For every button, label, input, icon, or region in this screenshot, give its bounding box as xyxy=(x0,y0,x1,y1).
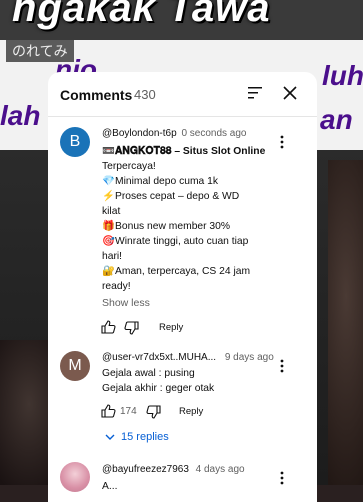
comment-line: hari! xyxy=(102,249,272,264)
dislike-icon[interactable] xyxy=(146,405,161,419)
comment-line: 🎁Bonus new member 30% xyxy=(102,219,272,234)
like-icon[interactable] xyxy=(101,320,116,334)
comment-line: Gejala akhir : geger otak xyxy=(102,381,272,396)
line-text: kilat xyxy=(102,206,121,217)
comments-header: Comments 430 xyxy=(48,72,317,116)
comment-line: ready! xyxy=(102,279,272,294)
comment-text: 📼𝐀𝐍𝐆𝐊𝐎𝐓𝟖𝟖 – Situs Slot Online Terpercaya… xyxy=(102,144,272,294)
line-text: ready! xyxy=(102,281,131,292)
line-text: Winrate tinggi, auto cuan tiap xyxy=(115,236,249,247)
line-text: Aman, terpercaya, CS 24 jam xyxy=(115,266,251,277)
comment-time[interactable]: 4 days ago xyxy=(196,464,245,475)
video-caption-line: luh xyxy=(322,60,363,91)
line-text: A... xyxy=(102,481,118,492)
video-caption-line: lah xyxy=(0,100,41,131)
like-count: 174 xyxy=(120,406,137,417)
panel-title: Comments xyxy=(60,87,133,103)
video-caption-title: ngakak Tawa xyxy=(12,0,271,30)
author-name[interactable]: @Boylondon-t6p xyxy=(102,128,177,139)
more-options-icon[interactable] xyxy=(277,471,287,485)
reply-button[interactable]: Reply xyxy=(179,406,203,417)
lightning-icon: ⚡ xyxy=(102,191,115,202)
lock-icon: 🔐 xyxy=(102,266,115,277)
video-person xyxy=(328,160,363,485)
line-text: Minimal depo cuma 1k xyxy=(115,176,219,187)
chevron-down-icon xyxy=(105,434,115,441)
cassette-icon: 📼 xyxy=(102,146,115,157)
view-replies-button[interactable]: 15 replies xyxy=(105,431,169,443)
comment-time[interactable]: 0 seconds ago xyxy=(181,128,246,139)
dislike-icon[interactable] xyxy=(124,321,139,335)
avatar[interactable]: B xyxy=(60,127,90,157)
line-text: Proses cepat – depo & WD xyxy=(115,191,240,202)
comment-line: A... xyxy=(102,479,272,494)
author-name[interactable]: @bayufreezez7963 xyxy=(102,464,189,475)
avatar-letter: B xyxy=(69,133,81,150)
comment-line: ⚡Proses cepat – depo & WD xyxy=(102,189,272,204)
line-text: Gejala akhir : geger otak xyxy=(102,383,215,394)
reply-button[interactable]: Reply xyxy=(159,322,183,333)
line-text: Bonus new member 30% xyxy=(115,221,231,232)
comment-line: 📼𝐀𝐍𝐆𝐊𝐎𝐓𝟖𝟖 – Situs Slot Online xyxy=(102,144,272,159)
video-person xyxy=(0,340,50,485)
comment-count: 430 xyxy=(134,87,156,102)
comment-line: Terpercaya! xyxy=(102,159,272,174)
close-icon[interactable] xyxy=(282,85,298,101)
replies-count[interactable]: 15 replies xyxy=(121,431,169,443)
avatar[interactable]: M xyxy=(60,351,90,381)
line-text: hari! xyxy=(102,251,123,262)
sort-icon[interactable] xyxy=(247,86,263,100)
comment-author[interactable]: @user-vr7dx5xt..MUHA... 9 days ago xyxy=(102,352,274,363)
comment-line: Gejala awal : pusing xyxy=(102,366,272,381)
target-icon: 🎯 xyxy=(102,236,115,247)
like-icon[interactable] xyxy=(101,404,116,418)
comment-line: 🔐Aman, terpercaya, CS 24 jam xyxy=(102,264,272,279)
diamond-icon: 💎 xyxy=(102,176,115,187)
gift-icon: 🎁 xyxy=(102,221,115,232)
comments-panel: Comments 430 B @Boylondon-t6p 0 seconds … xyxy=(48,72,317,502)
comment-author[interactable]: @bayufreezez7963 4 days ago xyxy=(102,464,245,475)
line-text: Terpercaya! xyxy=(102,161,156,172)
comment-line: 💎Minimal depo cuma 1k xyxy=(102,174,272,189)
comment-text: A... xyxy=(102,479,272,494)
header-divider xyxy=(48,116,317,117)
comment-author[interactable]: @Boylondon-t6p 0 seconds ago xyxy=(102,128,247,139)
comment-line: kilat xyxy=(102,204,272,219)
line-text: Gejala awal : pusing xyxy=(102,368,195,379)
author-name[interactable]: @user-vr7dx5xt..MUHA... xyxy=(102,352,216,363)
comment-line: 🎯Winrate tinggi, auto cuan tiap xyxy=(102,234,272,249)
avatar-letter: M xyxy=(68,357,82,374)
video-caption-line: an xyxy=(320,104,353,135)
more-options-icon[interactable] xyxy=(277,359,287,373)
more-options-icon[interactable] xyxy=(277,135,287,149)
comment-text: Gejala awal : pusing Gejala akhir : gege… xyxy=(102,366,272,396)
avatar[interactable] xyxy=(60,462,90,492)
show-less-button[interactable]: Show less xyxy=(102,297,150,309)
line-text: 𝐀𝐍𝐆𝐊𝐎𝐓𝟖𝟖 – Situs Slot Online xyxy=(115,146,266,157)
comment-time[interactable]: 9 days ago xyxy=(225,352,274,363)
